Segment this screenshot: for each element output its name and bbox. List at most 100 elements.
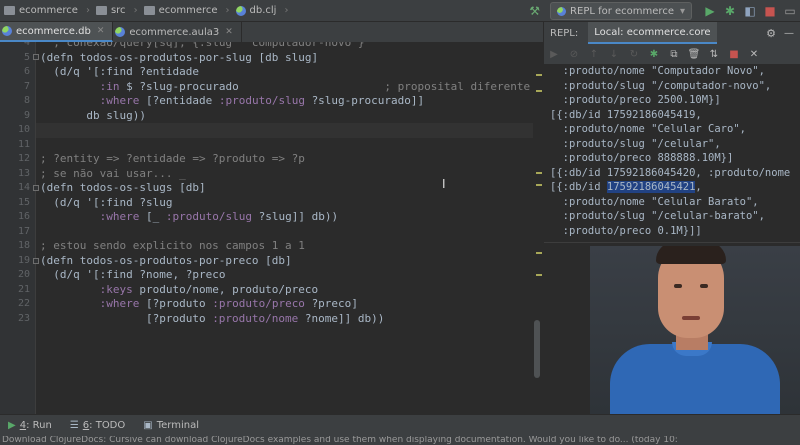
status-bar[interactable]: Download ClojureDocs: Cursive can downlo… [0, 436, 800, 445]
code-line: :where [?produto :produto/preco ?preco] [99, 297, 358, 310]
chevron-right-icon: › [85, 5, 90, 16]
line-number: 13 [17, 167, 30, 179]
line-number: 7 [23, 80, 30, 92]
code-line: (d/q '[:find ?nome, ?preco [40, 268, 226, 281]
run-configuration-selector[interactable]: REPL for ecommerce ▾ [550, 2, 692, 20]
breadcrumb-item[interactable]: src [111, 5, 126, 16]
fold-marker[interactable] [33, 258, 39, 264]
line-number-gutter: 4 5 6 7 8 9 10 11 12 13 14 15 16 17 18 1… [0, 42, 36, 414]
current-line-highlight [36, 123, 543, 138]
close-icon[interactable]: ✕ [97, 26, 105, 36]
line-number: 16 [17, 211, 30, 222]
line-number: 6 [23, 66, 30, 77]
warning-marker[interactable] [536, 90, 542, 92]
clojure-file-icon [2, 26, 12, 36]
more-icon[interactable]: ▭ [780, 4, 800, 18]
chevron-down-icon: ▾ [679, 5, 685, 17]
tab-ecommerce-db[interactable]: ecommerce.db ✕ [0, 22, 114, 42]
chevron-right-icon: › [133, 5, 138, 16]
sort-icon[interactable]: ⇅ [704, 49, 724, 60]
close-icon[interactable]: ✕ [225, 27, 233, 37]
run-configuration-label: REPL for ecommerce [570, 5, 674, 17]
code-line: ; estou sendo explicito nos campos 1 a 1 [40, 239, 305, 252]
code-line: ; ?entity => ?entidade => ?produto => ?p [40, 152, 305, 165]
line-number: 5 [23, 51, 30, 63]
repl-title: REPL: [550, 27, 579, 39]
code-line: (defn todos-os-produtos-por-slug [db slu… [40, 50, 319, 64]
repl-output-line: [{:db/id 17592186045421, [550, 181, 702, 193]
trash-icon[interactable]: 🗑 [684, 49, 704, 60]
warning-marker[interactable] [536, 252, 542, 254]
debug-icon[interactable]: ✱ [644, 49, 664, 60]
tab-repl-local[interactable]: Local: ecommerce.core [588, 22, 717, 44]
fold-marker[interactable] [33, 54, 39, 60]
selected-text[interactable]: 17592186045421 [606, 181, 696, 193]
repl-header: REPL: Local: ecommerce.core ⚙ — [543, 22, 800, 44]
presenter-eye [674, 284, 682, 288]
minimize-icon[interactable]: — [784, 28, 794, 39]
line-number: 17 [17, 225, 30, 237]
warning-marker[interactable] [536, 74, 542, 76]
line-number: 12 [17, 153, 30, 164]
stop-icon[interactable]: ■ [724, 49, 744, 60]
tab-ecommerce-aula3[interactable]: ecommerce.aula3 ✕ [113, 22, 242, 42]
folder-icon [95, 6, 107, 15]
tool-window-label: : TODO [89, 420, 126, 431]
repl-output-line: :produto/nome "Celular Caro", [550, 123, 746, 135]
code-line: :keys produto/nome, produto/preco [99, 282, 319, 296]
tab-label: ecommerce.aula3 [129, 26, 220, 38]
code-editor[interactable]: 4 5 6 7 8 9 10 11 12 13 14 15 16 17 18 1… [0, 42, 543, 414]
repl-output-line: :produto/preco 888888.10M}] [550, 152, 734, 164]
line-number: 19 [17, 254, 30, 266]
repl-output-line: :produto/nome "Celular Barato", [550, 195, 759, 208]
warning-marker[interactable] [536, 274, 542, 276]
editor-scrollbar[interactable] [534, 320, 540, 378]
debug-icon[interactable]: ✱ [720, 4, 740, 18]
stop-icon[interactable]: ■ [760, 4, 780, 18]
warning-marker[interactable] [536, 184, 542, 186]
navigation-bar: ecommerce › src › ecommerce › db.clj › ⚒… [0, 0, 800, 22]
line-number: 14 [17, 182, 30, 193]
line-number: 21 [17, 283, 30, 295]
line-number: 22 [17, 298, 30, 309]
tool-window-label: Terminal [156, 420, 199, 431]
code-line: ; se não vai usar... _ [40, 166, 186, 180]
line-number: 11 [17, 138, 30, 150]
gear-icon[interactable]: ⚙ [766, 27, 776, 40]
repl-output[interactable]: :produto/nome "Computador Novo", :produt… [544, 64, 800, 242]
breadcrumb-item[interactable]: ecommerce [159, 5, 218, 16]
tool-window-todo[interactable]: ☰ 6: TODO [70, 420, 125, 431]
run-icon[interactable]: ▶ [544, 49, 564, 60]
tool-window-label: : Run [26, 420, 52, 431]
close-icon[interactable]: ✕ [744, 49, 764, 60]
arrow-up-icon[interactable]: ↑ [584, 49, 604, 60]
clojure-file-icon [115, 27, 126, 37]
line-number: 9 [23, 109, 30, 121]
repl-output-line: [{:db/id 17592186045419, [550, 108, 702, 121]
repl-output-line: :produto/preco 0.1M}]] [550, 224, 702, 237]
copy-icon[interactable]: ⧉ [664, 49, 684, 60]
hammer-icon[interactable]: ⚒ [529, 4, 540, 18]
run-icon: ▶ [8, 420, 16, 431]
editor-tab-bar: ecommerce.db ✕ ecommerce.aula3 ✕ [0, 22, 543, 42]
tool-window-run[interactable]: ▶ 4: Run [8, 420, 52, 431]
repl-output-line: :produto/preco 2500.10M}] [550, 94, 721, 106]
code-line: (d/q '[:find ?entidade [40, 65, 199, 78]
run-icon[interactable]: ▶ [700, 4, 720, 18]
tool-window-terminal[interactable]: ▣ Terminal [143, 420, 199, 431]
tool-window-bar: ▶ 4: Run ☰ 6: TODO ▣ Terminal [0, 414, 800, 436]
webcam-overlay [590, 246, 800, 414]
warning-marker[interactable] [536, 172, 542, 174]
breadcrumb: ecommerce › src › ecommerce › db.clj › [0, 5, 294, 16]
line-number: 23 [17, 312, 30, 324]
repl-toolbar: ▶ ⊘ ↑ ↓ ↻ ✱ ⧉ 🗑 ⇅ ■ ✕ [543, 44, 800, 64]
tab-label: ecommerce.db [16, 25, 91, 37]
breadcrumb-item[interactable]: db.clj [250, 5, 277, 16]
stop-icon[interactable]: ⊘ [564, 49, 584, 60]
coverage-icon[interactable]: ◧ [740, 4, 760, 18]
breadcrumb-item[interactable]: ecommerce [19, 5, 78, 16]
history-icon[interactable]: ↻ [624, 49, 644, 60]
arrow-down-icon[interactable]: ↓ [604, 49, 624, 60]
fold-marker[interactable] [33, 185, 39, 191]
terminal-icon: ▣ [143, 420, 153, 431]
